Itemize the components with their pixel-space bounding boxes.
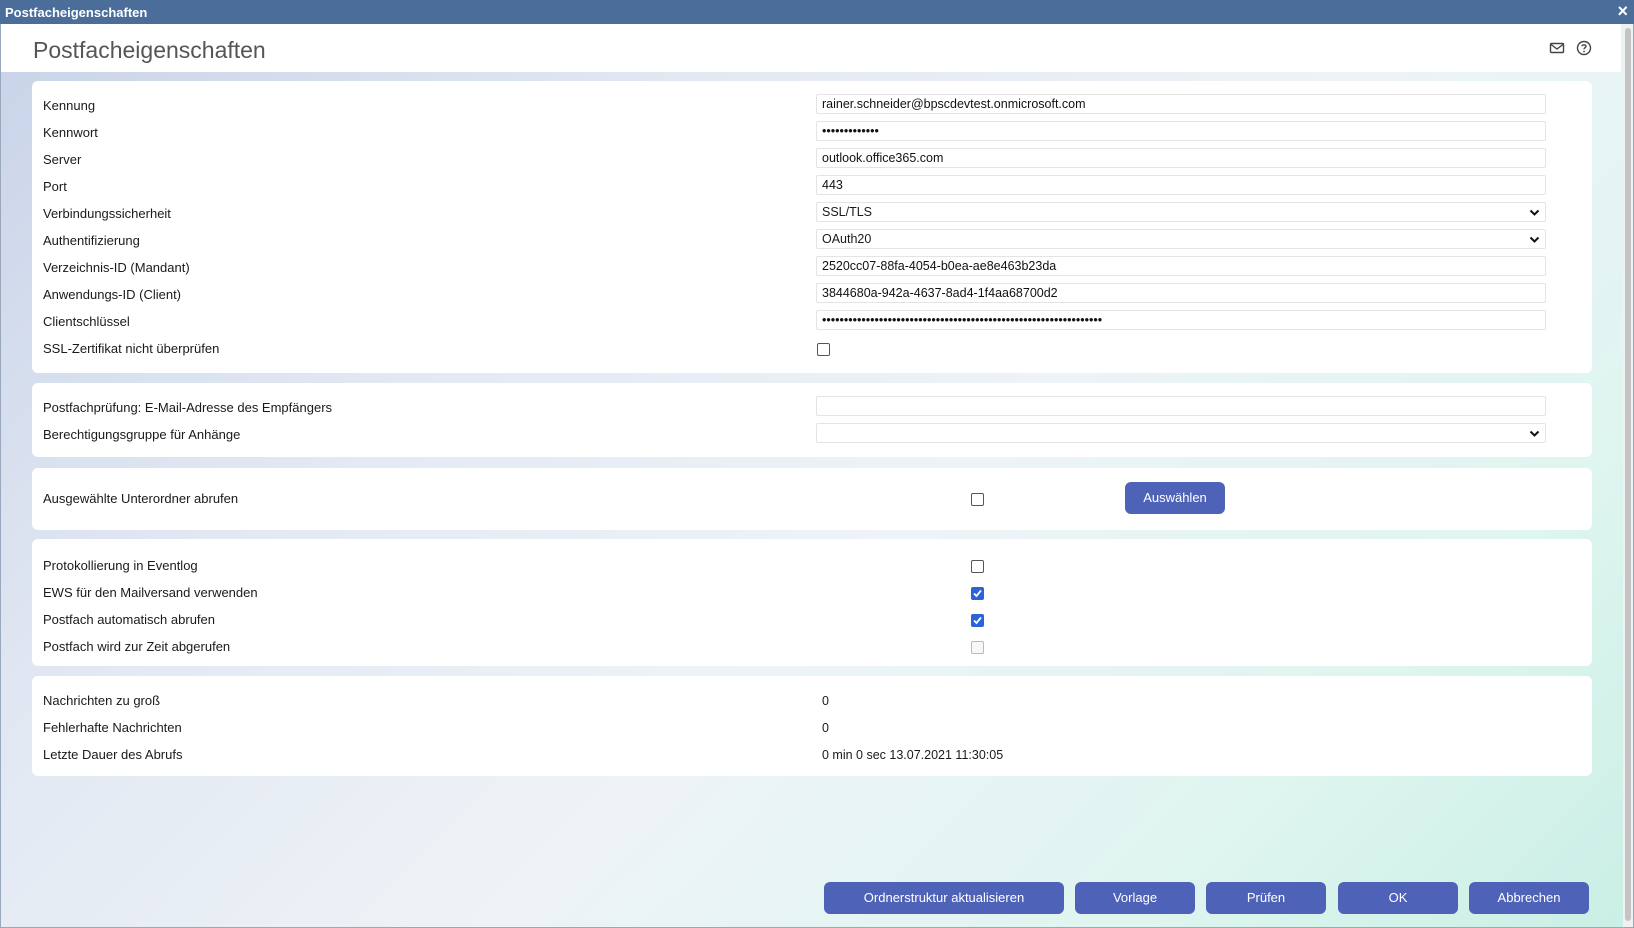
server-input[interactable] xyxy=(816,148,1546,168)
row-last: Letzte Dauer des Abrufs 0 min 0 sec 13.0… xyxy=(32,742,1592,768)
cancel-button[interactable]: Abbrechen xyxy=(1469,882,1589,914)
chevron-down-icon xyxy=(1529,430,1540,437)
row-ews: EWS für den Mailversand verwenden xyxy=(32,580,1592,606)
refresh-folders-button[interactable]: Ordnerstruktur aktualisieren xyxy=(824,882,1064,914)
eventlog-label: Protokollierung in Eventlog xyxy=(43,558,198,573)
server-label: Server xyxy=(43,152,82,167)
unterordner-checkbox[interactable] xyxy=(971,493,984,506)
row-verbindungssicherheit: Verbindungssicherheit SSL/TLS xyxy=(32,201,1592,227)
busy-checkbox xyxy=(971,641,984,654)
authentifizierung-label: Authentifizierung xyxy=(43,233,140,248)
berechtigungsgruppe-label: Berechtigungsgruppe für Anhänge xyxy=(43,427,241,442)
auto-label: Postfach automatisch abrufen xyxy=(43,612,215,627)
row-eventlog: Protokollierung in Eventlog xyxy=(32,553,1592,579)
vertical-scrollbar[interactable] xyxy=(1623,24,1633,927)
row-verzeichnis-id: Verzeichnis-ID (Mandant) xyxy=(32,255,1592,281)
row-auto: Postfach automatisch abrufen xyxy=(32,607,1592,633)
port-input[interactable] xyxy=(816,175,1546,195)
authentifizierung-select[interactable]: OAuth20 xyxy=(816,229,1546,249)
auswaehlen-button[interactable]: Auswählen xyxy=(1125,482,1225,514)
ews-checkbox[interactable] xyxy=(971,587,984,600)
row-kennwort: Kennwort xyxy=(32,120,1592,146)
test-button[interactable]: Prüfen xyxy=(1206,882,1326,914)
ews-label: EWS für den Mailversand verwenden xyxy=(43,585,258,600)
postfachpruefung-label: Postfachprüfung: E-Mail-Adresse des Empf… xyxy=(43,400,333,415)
too-big-value: 0 xyxy=(822,694,829,708)
row-port: Port xyxy=(32,174,1592,200)
row-busy: Postfach wird zur Zeit abgerufen xyxy=(32,634,1592,660)
anwendungs-id-label: Anwendungs-ID (Client) xyxy=(43,287,182,302)
row-berechtigungsgruppe: Berechtigungsgruppe für Anhänge xyxy=(32,422,1592,448)
verbindungssicherheit-label: Verbindungssicherheit xyxy=(43,206,171,221)
verbindungssicherheit-select[interactable]: SSL/TLS xyxy=(816,202,1546,222)
ssl-zertifikat-checkbox[interactable] xyxy=(817,343,830,356)
row-server: Server xyxy=(32,147,1592,173)
verbindungssicherheit-value: SSL/TLS xyxy=(822,205,873,219)
subfolder-panel: Ausgewählte Unterordner abrufen Auswähle… xyxy=(32,468,1592,530)
scrollbar-thumb[interactable] xyxy=(1625,28,1631,921)
row-unterordner: Ausgewählte Unterordner abrufen xyxy=(32,486,1592,512)
auto-checkbox[interactable] xyxy=(971,614,984,627)
clientschluessel-input[interactable] xyxy=(816,310,1546,330)
page-header: Postfacheigenschaften xyxy=(1,24,1621,72)
dialog-body: Postfacheigenschaften Kennung Kennwort S… xyxy=(0,24,1634,928)
verzeichnis-id-label: Verzeichnis-ID (Mandant) xyxy=(43,260,190,275)
connection-panel: Kennung Kennwort Server Port Verbindungs… xyxy=(32,81,1592,373)
chevron-down-icon xyxy=(1529,209,1540,216)
checkmark-icon xyxy=(973,616,982,625)
stats-panel: Nachrichten zu groß 0 Fehlerhafte Nachri… xyxy=(32,676,1592,776)
last-value: 0 min 0 sec 13.07.2021 11:30:05 xyxy=(822,748,1004,762)
port-label: Port xyxy=(43,179,67,194)
close-icon[interactable]: × xyxy=(1617,2,1628,20)
authentifizierung-value: OAuth20 xyxy=(822,232,872,246)
page-title: Postfacheigenschaften xyxy=(33,37,266,63)
row-kennung: Kennung xyxy=(32,93,1592,119)
ok-button[interactable]: OK xyxy=(1338,882,1458,914)
chevron-down-icon xyxy=(1529,236,1540,243)
too-big-label: Nachrichten zu groß xyxy=(43,693,161,708)
unterordner-label: Ausgewählte Unterordner abrufen xyxy=(43,491,239,506)
eventlog-checkbox[interactable] xyxy=(971,560,984,573)
last-label: Letzte Dauer des Abrufs xyxy=(43,747,183,762)
kennung-label: Kennung xyxy=(43,98,96,113)
postfachpruefung-input[interactable] xyxy=(816,396,1546,416)
options-panel: Protokollierung in Eventlog EWS für den … xyxy=(32,539,1592,666)
checkmark-icon xyxy=(973,589,982,598)
ssl-zertifikat-label: SSL-Zertifikat nicht überprüfen xyxy=(43,341,220,356)
anwendungs-id-input[interactable] xyxy=(816,283,1546,303)
help-icon[interactable] xyxy=(1576,40,1592,56)
row-too-big: Nachrichten zu groß 0 xyxy=(32,688,1592,714)
row-faulty: Fehlerhafte Nachrichten 0 xyxy=(32,715,1592,741)
row-authentifizierung: Authentifizierung OAuth20 xyxy=(32,228,1592,254)
template-button[interactable]: Vorlage xyxy=(1075,882,1195,914)
kennwort-input[interactable] xyxy=(816,121,1546,141)
row-clientschluessel: Clientschlüssel xyxy=(32,309,1592,335)
check-panel: Postfachprüfung: E-Mail-Adresse des Empf… xyxy=(32,383,1592,457)
row-ssl-zertifikat: SSL-Zertifikat nicht überprüfen xyxy=(32,336,1592,362)
row-postfachpruefung: Postfachprüfung: E-Mail-Adresse des Empf… xyxy=(32,395,1592,421)
verzeichnis-id-input[interactable] xyxy=(816,256,1546,276)
clientschluessel-label: Clientschlüssel xyxy=(43,314,130,329)
window-titlebar: Postfacheigenschaften × xyxy=(0,0,1634,24)
mail-icon[interactable] xyxy=(1549,40,1565,56)
window-title: Postfacheigenschaften xyxy=(5,5,148,20)
berechtigungsgruppe-select[interactable] xyxy=(816,423,1546,443)
faulty-value: 0 xyxy=(822,721,829,735)
kennung-input[interactable] xyxy=(816,94,1546,114)
kennwort-label: Kennwort xyxy=(43,125,98,140)
busy-label: Postfach wird zur Zeit abgerufen xyxy=(43,639,231,654)
faulty-label: Fehlerhafte Nachrichten xyxy=(43,720,182,735)
row-anwendungs-id: Anwendungs-ID (Client) xyxy=(32,282,1592,308)
